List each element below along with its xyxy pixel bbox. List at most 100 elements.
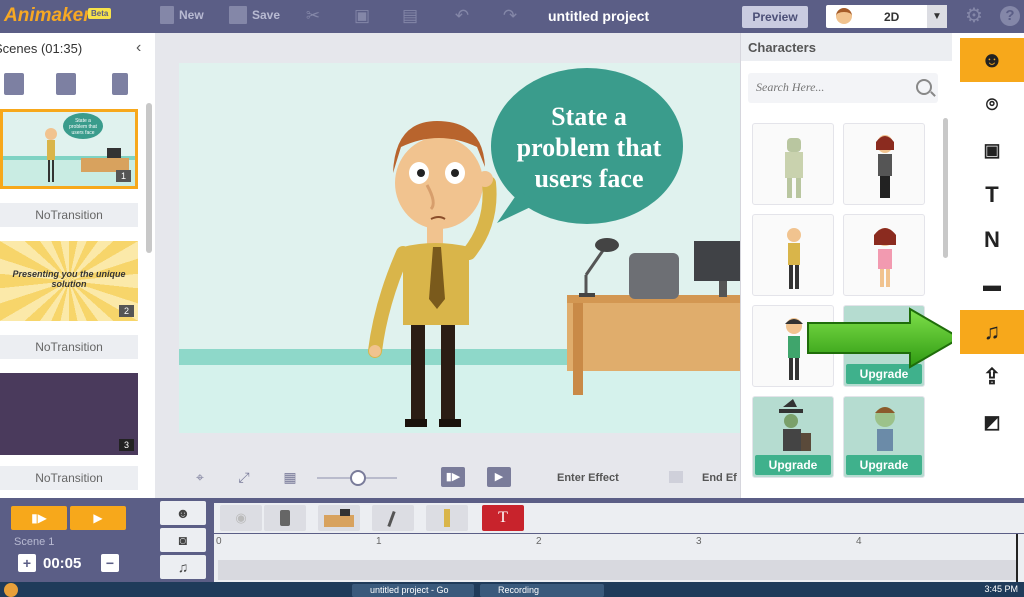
character-card-woman-red[interactable] <box>843 123 925 205</box>
preview-button[interactable]: Preview <box>742 6 808 28</box>
speech-bubble-text: State a problem that users face <box>516 102 662 193</box>
tool-upload[interactable]: ⇪ <box>960 355 1024 399</box>
collapse-icon[interactable]: ‹ <box>136 39 141 57</box>
beta-badge: Beta <box>88 8 112 19</box>
transition-button[interactable]: NoTransition <box>0 335 138 359</box>
right-toolbar: ☻ ⌾ ▣ T N ▬ ♫ ⇪ ◩ <box>952 33 1024 498</box>
tool-music[interactable]: ♫ <box>960 310 1024 354</box>
increase-time-button[interactable]: + <box>18 554 36 572</box>
tool-text[interactable]: T <box>960 173 1024 217</box>
tool-number[interactable]: N <box>960 218 1024 262</box>
scene-tools <box>0 71 155 99</box>
scenes-panel: Scenes (01:35) ‹ State a problem that us… <box>0 33 155 498</box>
character-card-mummy[interactable] <box>752 123 834 205</box>
tool-image[interactable]: ▣ <box>960 128 1024 172</box>
characters-search[interactable] <box>748 73 938 103</box>
timeline-tabs: ☻ ◙ ♫ <box>158 498 220 582</box>
taskbar-item-recording[interactable]: Recording <box>480 584 604 597</box>
character-card-girl-pink[interactable] <box>843 214 925 296</box>
end-effect-button[interactable]: End Ef <box>702 472 737 484</box>
timeline: ▮▶ ▶ Scene 1 + 00:05 − ☻ ◙ ♫ ◉ T 0 1 2 3… <box>0 498 1024 582</box>
tool-character[interactable]: ☻ <box>960 38 1024 82</box>
image-icon: ▣ <box>983 140 1001 160</box>
timeline-track[interactable] <box>218 560 1018 580</box>
scenes-scrollbar[interactable] <box>146 103 152 253</box>
enter-effect-button[interactable]: Enter Effect <box>557 472 619 484</box>
undo-icon[interactable]: ↶ <box>452 6 472 26</box>
timeline-item-chair[interactable] <box>264 505 306 531</box>
number-icon: N <box>984 227 1000 252</box>
start-icon[interactable] <box>4 583 18 597</box>
desk <box>567 299 740 371</box>
new-label: New <box>179 8 204 22</box>
cut-icon[interactable]: ✂ <box>303 6 323 26</box>
characters-tab-icon[interactable]: ☻ <box>160 501 206 525</box>
duplicate-scene-icon[interactable] <box>56 73 76 95</box>
play-all-button[interactable]: ▶ <box>70 506 126 530</box>
upgrade-button[interactable]: Upgrade <box>846 455 922 475</box>
scene-thumbnail-2[interactable]: Presenting you the unique solution 2 <box>0 241 138 321</box>
play-scene-button[interactable]: ▮▶ <box>11 506 67 530</box>
character-card-zombie[interactable]: Upgrade <box>843 396 925 478</box>
upgrade-button[interactable]: Upgrade <box>755 455 831 475</box>
characters-scrollbar[interactable] <box>943 118 948 258</box>
redo-icon[interactable]: ↷ <box>500 6 520 26</box>
step-play-icon[interactable]: ▮▶ <box>441 467 465 487</box>
save-label: Save <box>252 8 281 22</box>
project-title[interactable]: untitled project <box>548 8 649 24</box>
timeline-item-text[interactable]: T <box>482 505 524 531</box>
search-icon[interactable] <box>916 79 932 95</box>
characters-title: Characters <box>748 40 816 55</box>
taskbar-clock: 3:45 PM <box>984 584 1018 594</box>
timeline-items: ◉ T <box>214 503 1024 533</box>
tool-video[interactable]: ▬ <box>960 263 1024 307</box>
timeline-item-character[interactable] <box>426 505 468 531</box>
tool-background[interactable]: ◩ <box>960 400 1024 444</box>
center-icon[interactable]: ⌖ <box>191 468 209 486</box>
search-input[interactable] <box>756 80 906 95</box>
gear-icon[interactable]: ⚙ <box>964 6 984 26</box>
ruler-tick: 4 <box>856 536 862 547</box>
scene-duration: 00:05 <box>43 555 82 572</box>
copy-icon[interactable]: ▣ <box>352 6 372 26</box>
tool-location[interactable]: ⌾ <box>960 83 1024 127</box>
transition-button[interactable]: NoTransition <box>0 466 138 490</box>
new-file-icon <box>160 6 174 24</box>
scene-thumbnail-3[interactable]: 3 <box>0 373 138 455</box>
transition-button[interactable]: NoTransition <box>0 203 138 227</box>
paste-icon[interactable]: ▤ <box>400 6 420 26</box>
mode-select[interactable]: 2D ▼ <box>826 5 947 28</box>
decrease-time-button[interactable]: − <box>101 554 119 572</box>
scene-number: 3 <box>118 439 134 451</box>
save-button[interactable]: Save <box>229 6 280 24</box>
os-taskbar: untitled project - Go Recording 3:45 PM <box>0 582 1024 597</box>
camera-tab-icon[interactable]: ◙ <box>160 528 206 552</box>
end-effect-icon <box>669 471 683 483</box>
grid-icon[interactable]: ▦ <box>281 468 299 486</box>
canvas-toolbar: ⌖ ⤢ ▦ ▮▶ ▶ Enter Effect End Ef <box>155 458 740 498</box>
delete-scene-icon[interactable] <box>112 73 128 95</box>
character-face-icon <box>836 8 852 24</box>
play-icon[interactable]: ▶ <box>487 467 511 487</box>
character-card-man-yellow[interactable] <box>752 214 834 296</box>
add-scene-icon[interactable] <box>4 73 24 95</box>
eye-icon[interactable]: ◉ <box>220 505 262 531</box>
playhead[interactable] <box>1016 534 1018 582</box>
new-button[interactable]: New <box>160 6 204 24</box>
character-card-witch[interactable]: Upgrade <box>752 396 834 478</box>
timeline-item-lamp[interactable] <box>372 505 414 531</box>
mode-value: 2D <box>884 10 900 24</box>
taskbar-item-browser[interactable]: untitled project - Go <box>352 584 474 597</box>
fit-icon[interactable]: ⤢ <box>235 468 253 486</box>
help-icon[interactable]: ? <box>1000 6 1020 26</box>
stage[interactable]: State a problem that users face <box>179 63 740 433</box>
scenes-header: Scenes (01:35) <box>0 41 83 56</box>
timeline-scene-label: Scene 1 <box>14 536 55 548</box>
zoom-slider-handle[interactable] <box>350 470 366 486</box>
music-tab-icon[interactable]: ♫ <box>160 555 206 579</box>
background-icon: ◩ <box>983 412 1001 432</box>
scene-number: 2 <box>118 305 134 317</box>
scene-2-text: Presenting you the unique solution <box>12 269 126 289</box>
scene-thumbnail-1[interactable]: State a problem that users face 1 <box>0 109 138 189</box>
timeline-item-desk[interactable] <box>318 505 360 531</box>
